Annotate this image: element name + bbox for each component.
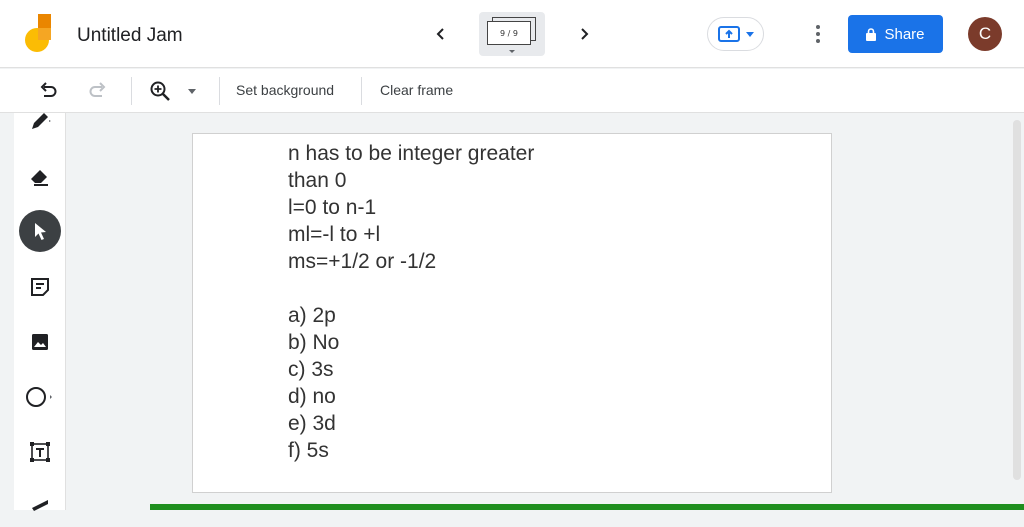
image-icon xyxy=(32,334,48,350)
note-line: than 0 xyxy=(288,169,347,192)
note-line: l=0 to n-1 xyxy=(288,196,377,219)
chevron-right-icon xyxy=(581,28,589,40)
progress-bar xyxy=(150,504,1024,510)
set-background-button[interactable]: Set background xyxy=(236,82,334,98)
more-vert-icon xyxy=(816,25,820,43)
circle-icon xyxy=(26,387,52,407)
vertical-scrollbar[interactable] xyxy=(1013,120,1021,480)
frame-bar-toggle[interactable]: 9 / 9 xyxy=(479,12,545,56)
text-note[interactable]: n has to be integer greater than 0 l=0 t… xyxy=(288,140,534,464)
present-button[interactable] xyxy=(707,17,764,51)
jamboard-logo-icon xyxy=(24,14,54,54)
toolbar-divider xyxy=(219,77,220,105)
frame-counter: 9 / 9 xyxy=(487,21,531,45)
next-frame-button[interactable] xyxy=(570,20,598,48)
tool-sidebar xyxy=(14,113,66,511)
redo-icon xyxy=(89,82,106,97)
note-line: e) 3d xyxy=(288,412,336,435)
clear-frame-button[interactable]: Clear frame xyxy=(380,82,453,98)
select-tool[interactable] xyxy=(19,210,61,252)
top-bar: Untitled Jam 9 / 9 Share C xyxy=(0,0,1024,68)
share-button[interactable]: Share xyxy=(848,15,943,53)
document-title[interactable]: Untitled Jam xyxy=(77,25,183,47)
caret-down-icon xyxy=(509,50,515,53)
image-tool[interactable] xyxy=(19,321,61,363)
note-line: n has to be integer greater xyxy=(288,142,535,165)
laser-tool[interactable] xyxy=(19,485,61,527)
eraser-tool[interactable] xyxy=(19,155,61,197)
present-icon xyxy=(717,26,740,42)
note-line: f) 5s xyxy=(288,439,329,462)
note-line: ms=+1/2 or -1/2 xyxy=(288,250,437,273)
sticky-note-icon xyxy=(31,278,49,296)
share-label: Share xyxy=(884,25,925,43)
text-box-icon xyxy=(30,442,50,462)
avatar[interactable]: C xyxy=(968,17,1002,51)
caret-down-icon xyxy=(188,88,196,94)
eraser-icon xyxy=(31,170,48,186)
zoom-in-icon xyxy=(150,81,170,101)
toolbar: Set background Clear frame xyxy=(0,69,1024,113)
note-line: ml=-l to +l xyxy=(288,223,381,246)
pen-icon xyxy=(32,113,51,129)
select-icon xyxy=(35,223,46,240)
jam-canvas[interactable]: n has to be integer greater than 0 l=0 t… xyxy=(192,133,832,493)
note-blank-line xyxy=(288,275,534,302)
caret-down-icon xyxy=(745,31,754,37)
note-line: b) No xyxy=(288,331,340,354)
toolbar-divider xyxy=(361,77,362,105)
shape-tool[interactable] xyxy=(19,376,61,418)
note-line: c) 3s xyxy=(288,358,334,381)
sticky-note-tool[interactable] xyxy=(19,266,61,308)
zoom-menu-button[interactable] xyxy=(185,79,199,103)
note-line: d) no xyxy=(288,385,336,408)
laser-icon xyxy=(32,500,48,511)
redo-button[interactable] xyxy=(86,79,110,103)
previous-frame-button[interactable] xyxy=(427,20,455,48)
more-options-button[interactable] xyxy=(806,22,830,46)
undo-icon xyxy=(40,82,57,97)
pen-tool[interactable] xyxy=(19,100,61,142)
zoom-button[interactable] xyxy=(148,79,172,103)
toolbar-divider xyxy=(131,77,132,105)
note-line: a) 2p xyxy=(288,304,336,327)
text-box-tool[interactable] xyxy=(19,431,61,473)
chevron-left-icon xyxy=(436,28,444,40)
lock-icon xyxy=(866,27,877,41)
